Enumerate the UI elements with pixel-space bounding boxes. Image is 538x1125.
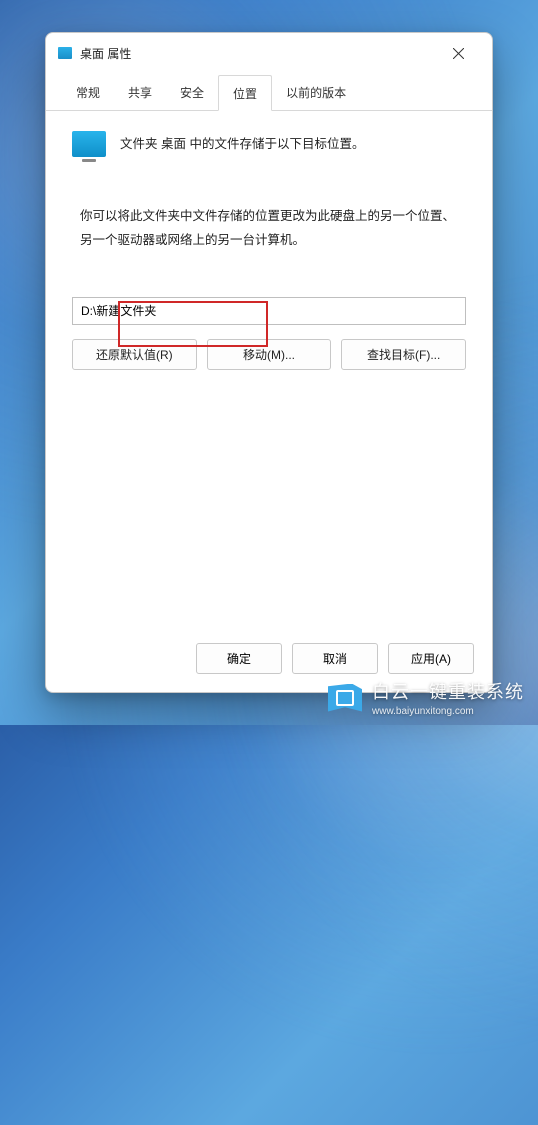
watermark-title: 白云一键重装系统 xyxy=(372,678,524,704)
tab-general[interactable]: 常规 xyxy=(62,75,114,110)
restore-default-button[interactable]: 还原默认值(R) xyxy=(72,339,197,370)
watermark-logo-icon xyxy=(328,684,362,712)
move-button[interactable]: 移动(M)... xyxy=(207,339,332,370)
close-icon xyxy=(453,48,464,59)
apply-button[interactable]: 应用(A) xyxy=(388,643,474,674)
tab-security[interactable]: 安全 xyxy=(166,75,218,110)
desktop-monitor-icon xyxy=(72,131,106,157)
tab-strip: 常规 共享 安全 位置 以前的版本 xyxy=(46,75,492,111)
close-button[interactable] xyxy=(438,38,478,68)
location-description: 你可以将此文件夹中文件存储的位置更改为此硬盘上的另一个位置、另一个驱动器或网络上… xyxy=(80,205,458,253)
ok-button[interactable]: 确定 xyxy=(196,643,282,674)
find-target-button[interactable]: 查找目标(F)... xyxy=(341,339,466,370)
desktop-folder-icon xyxy=(58,47,72,59)
tab-previous-versions[interactable]: 以前的版本 xyxy=(272,75,360,110)
target-path-input[interactable] xyxy=(72,297,466,325)
watermark-url: www.baiyunxitong.com xyxy=(372,706,524,717)
watermark: 白云一键重装系统 www.baiyunxitong.com xyxy=(328,678,524,717)
properties-dialog: 桌面 属性 常规 共享 安全 位置 以前的版本 文件夹 桌面 中的文件存储于以下… xyxy=(45,32,493,693)
tab-content-location: 文件夹 桌面 中的文件存储于以下目标位置。 你可以将此文件夹中文件存储的位置更改… xyxy=(46,111,492,627)
titlebar: 桌面 属性 xyxy=(46,33,492,73)
location-info-text: 文件夹 桌面 中的文件存储于以下目标位置。 xyxy=(120,135,364,154)
cancel-button[interactable]: 取消 xyxy=(292,643,378,674)
tab-location[interactable]: 位置 xyxy=(218,75,272,111)
tab-sharing[interactable]: 共享 xyxy=(114,75,166,110)
window-title: 桌面 属性 xyxy=(80,45,131,62)
